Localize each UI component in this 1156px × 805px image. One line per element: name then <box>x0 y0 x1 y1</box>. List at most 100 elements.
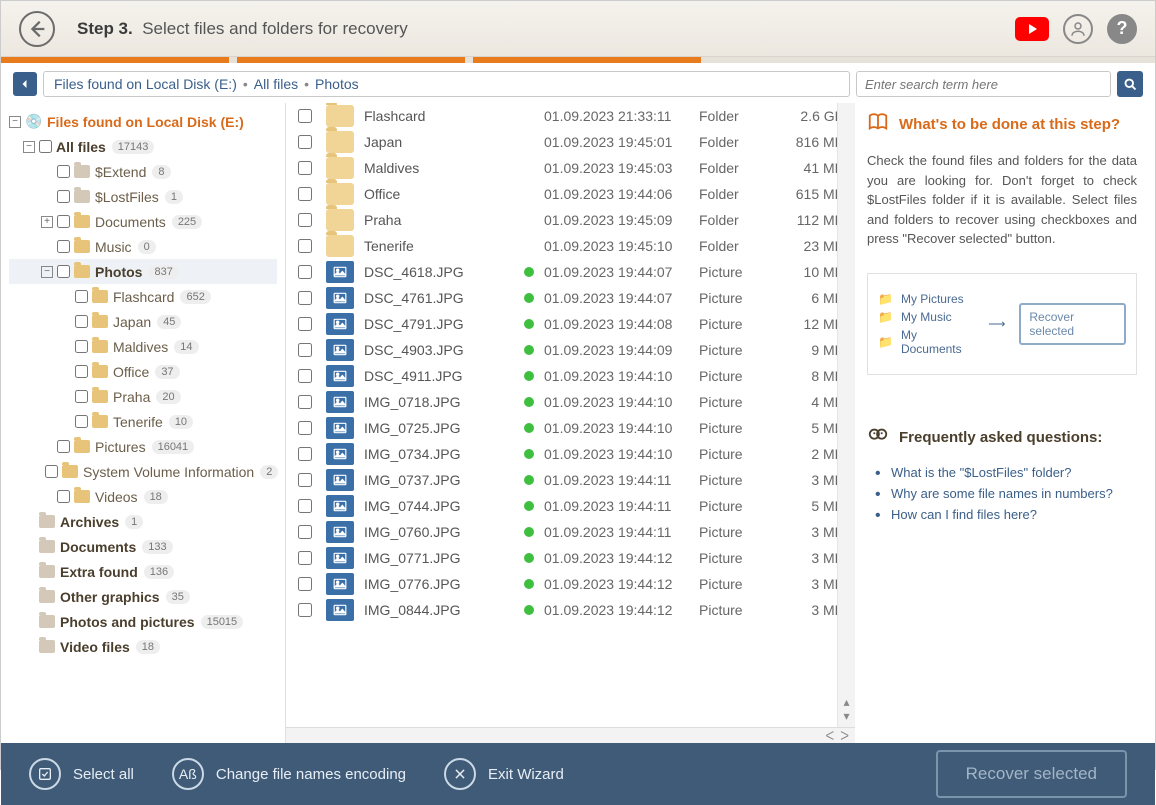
file-row[interactable]: DSC_4903.JPG01.09.2023 19:44:09Picture9 … <box>286 337 855 363</box>
file-checkbox[interactable] <box>298 395 312 409</box>
scroll-right-icon[interactable]: ᐳ <box>840 729 849 743</box>
tree-item-praha[interactable]: Praha20 <box>9 384 277 409</box>
tree-item-maldives[interactable]: Maldives14 <box>9 334 277 359</box>
tree-item-videos[interactable]: Videos18 <box>9 484 277 509</box>
tree-item-photos[interactable]: −Photos837 <box>9 259 277 284</box>
change-encoding-button[interactable]: Aß Change file names encoding <box>172 758 406 790</box>
tree-checkbox[interactable] <box>57 190 70 203</box>
tree-item-archives[interactable]: Archives1 <box>9 509 277 534</box>
tree-item-pictures[interactable]: Pictures16041 <box>9 434 277 459</box>
tree-item-office[interactable]: Office37 <box>9 359 277 384</box>
horizontal-scrollbar[interactable]: ᐸ ᐳ <box>286 727 855 743</box>
file-row[interactable]: DSC_4911.JPG01.09.2023 19:44:10Picture8 … <box>286 363 855 389</box>
youtube-icon[interactable] <box>1015 17 1049 41</box>
file-checkbox[interactable] <box>298 499 312 513</box>
file-checkbox[interactable] <box>298 265 312 279</box>
tree-checkbox[interactable] <box>39 140 52 153</box>
file-row[interactable]: IMG_0734.JPG01.09.2023 19:44:10Picture2 … <box>286 441 855 467</box>
file-checkbox[interactable] <box>298 187 312 201</box>
tree-item-music[interactable]: Music0 <box>9 234 277 259</box>
tree-item-videofiles[interactable]: Video files18 <box>9 634 277 659</box>
select-all-button[interactable]: Select all <box>29 758 134 790</box>
nav-back-button[interactable] <box>13 72 37 96</box>
file-row[interactable]: IMG_0771.JPG01.09.2023 19:44:12Picture3 … <box>286 545 855 571</box>
tree-checkbox[interactable] <box>75 290 88 303</box>
file-checkbox[interactable] <box>298 135 312 149</box>
tree-item-pics[interactable]: Photos and pictures15015 <box>9 609 277 634</box>
faq-link[interactable]: What is the "$LostFiles" folder? <box>875 465 1137 480</box>
file-checkbox[interactable] <box>298 369 312 383</box>
file-row[interactable]: Tenerife01.09.2023 19:45:10Folder23 MB <box>286 233 855 259</box>
file-checkbox[interactable] <box>298 343 312 357</box>
scroll-down-icon[interactable]: ▾ <box>843 709 849 723</box>
breadcrumb[interactable]: Files found on Local Disk (E:) • All fil… <box>43 71 850 97</box>
tree-allfiles[interactable]: −All files17143 <box>9 134 277 159</box>
file-row[interactable]: IMG_0776.JPG01.09.2023 19:44:12Picture3 … <box>286 571 855 597</box>
file-row[interactable]: IMG_0725.JPG01.09.2023 19:44:10Picture5 … <box>286 415 855 441</box>
tree-checkbox[interactable] <box>57 440 70 453</box>
file-row[interactable]: DSC_4618.JPG01.09.2023 19:44:07Picture10… <box>286 259 855 285</box>
search-input[interactable] <box>856 71 1111 97</box>
tree-item-svi[interactable]: System Volume Information2 <box>9 459 277 484</box>
tree-checkbox[interactable] <box>75 340 88 353</box>
account-icon[interactable] <box>1063 14 1093 44</box>
file-row[interactable]: DSC_4791.JPG01.09.2023 19:44:08Picture12… <box>286 311 855 337</box>
file-checkbox[interactable] <box>298 317 312 331</box>
file-checkbox[interactable] <box>298 213 312 227</box>
file-checkbox[interactable] <box>298 473 312 487</box>
tree-checkbox[interactable] <box>75 390 88 403</box>
tree-item-lostfiles[interactable]: $LostFiles1 <box>9 184 277 209</box>
tree-item-flashcard[interactable]: Flashcard652 <box>9 284 277 309</box>
file-checkbox[interactable] <box>298 421 312 435</box>
file-row[interactable]: IMG_0737.JPG01.09.2023 19:44:11Picture3 … <box>286 467 855 493</box>
file-row[interactable]: IMG_0744.JPG01.09.2023 19:44:11Picture5 … <box>286 493 855 519</box>
vertical-scrollbar[interactable]: ▴ ▾ <box>837 103 855 727</box>
file-checkbox[interactable] <box>298 551 312 565</box>
tree-checkbox[interactable] <box>57 240 70 253</box>
file-row[interactable]: DSC_4761.JPG01.09.2023 19:44:07Picture6 … <box>286 285 855 311</box>
tree-item-documents2[interactable]: Documents133 <box>9 534 277 559</box>
breadcrumb-p2[interactable]: Photos <box>315 76 359 92</box>
faq-link[interactable]: Why are some file names in numbers? <box>875 486 1137 501</box>
scroll-left-icon[interactable]: ᐸ <box>826 729 835 743</box>
tree-checkbox[interactable] <box>75 365 88 378</box>
tree-item-extra[interactable]: Extra found136 <box>9 559 277 584</box>
file-checkbox[interactable] <box>298 291 312 305</box>
search-button[interactable] <box>1117 71 1143 97</box>
file-row[interactable]: IMG_0760.JPG01.09.2023 19:44:11Picture3 … <box>286 519 855 545</box>
file-checkbox[interactable] <box>298 239 312 253</box>
file-checkbox[interactable] <box>298 577 312 591</box>
file-row[interactable]: IMG_0844.JPG01.09.2023 19:44:12Picture3 … <box>286 597 855 623</box>
breadcrumb-p1[interactable]: All files <box>254 76 298 92</box>
tree-item-tenerife[interactable]: Tenerife10 <box>9 409 277 434</box>
tree-item-japan[interactable]: Japan45 <box>9 309 277 334</box>
faq-link[interactable]: How can I find files here? <box>875 507 1137 522</box>
back-button[interactable] <box>19 11 55 47</box>
file-checkbox[interactable] <box>298 525 312 539</box>
file-checkbox[interactable] <box>298 447 312 461</box>
file-row[interactable]: Praha01.09.2023 19:45:09Folder112 MB <box>286 207 855 233</box>
help-icon[interactable]: ? <box>1107 14 1137 44</box>
breadcrumb-root[interactable]: Files found on Local Disk (E:) <box>54 76 237 92</box>
scroll-up-icon[interactable]: ▴ <box>843 695 849 709</box>
file-row[interactable]: Maldives01.09.2023 19:45:03Folder41 MB <box>286 155 855 181</box>
tree-item-documents[interactable]: +Documents225 <box>9 209 277 234</box>
tree-checkbox[interactable] <box>57 490 70 503</box>
tree-item-extend[interactable]: $Extend8 <box>9 159 277 184</box>
tree-checkbox[interactable] <box>57 165 70 178</box>
recover-selected-button[interactable]: Recover selected <box>936 750 1127 798</box>
file-checkbox[interactable] <box>298 109 312 123</box>
tree-checkbox[interactable] <box>57 265 70 278</box>
file-row[interactable]: Office01.09.2023 19:44:06Folder615 MB <box>286 181 855 207</box>
tree-checkbox[interactable] <box>45 465 58 478</box>
file-checkbox[interactable] <box>298 603 312 617</box>
tree-checkbox[interactable] <box>75 315 88 328</box>
file-row[interactable]: Flashcard01.09.2023 21:33:11Folder2.6 GB <box>286 103 855 129</box>
file-row[interactable]: Japan01.09.2023 19:45:01Folder816 MB <box>286 129 855 155</box>
exit-wizard-button[interactable]: Exit Wizard <box>444 758 564 790</box>
file-checkbox[interactable] <box>298 161 312 175</box>
tree-sidebar[interactable]: −💿Files found on Local Disk (E:) −All fi… <box>1 103 286 743</box>
tree-checkbox[interactable] <box>75 415 88 428</box>
file-row[interactable]: IMG_0718.JPG01.09.2023 19:44:10Picture4 … <box>286 389 855 415</box>
tree-item-othergfx[interactable]: Other graphics35 <box>9 584 277 609</box>
